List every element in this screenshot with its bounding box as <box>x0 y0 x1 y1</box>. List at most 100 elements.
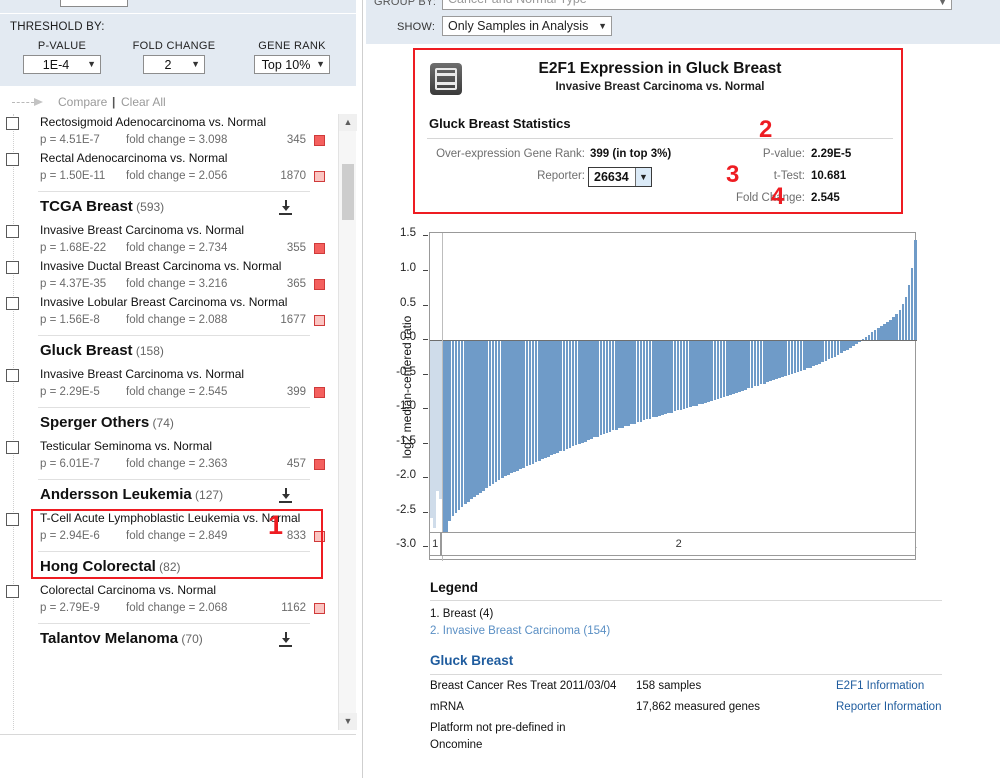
signature-row[interactable]: Invasive Breast Carcinoma vs. Normal p = … <box>0 366 338 402</box>
list-scrollbar[interactable]: ▲ ▼ <box>338 114 357 730</box>
signature-checkbox[interactable] <box>6 297 19 310</box>
show-value: Only Samples in Analysis <box>448 19 589 33</box>
scroll-down-button[interactable]: ▼ <box>339 713 357 730</box>
signature-checkbox[interactable] <box>6 441 19 454</box>
annotation-marker-3: 3 <box>726 161 740 188</box>
cut-off-dropdown[interactable] <box>60 0 128 7</box>
chevron-down-icon: ▼ <box>938 0 947 7</box>
signature-row[interactable]: Rectal Adenocarcinoma vs. Normal p = 1.50… <box>0 150 338 186</box>
group-by-select[interactable]: Cancer and Normal Type ▼ <box>442 0 952 10</box>
signature-title: Rectal Adenocarcinoma vs. Normal <box>40 151 228 165</box>
gene-information-link[interactable]: E2F1 Information <box>836 680 924 692</box>
signature-checkbox[interactable] <box>6 153 19 166</box>
compare-button[interactable]: Compare <box>58 95 107 109</box>
scroll-up-button[interactable]: ▲ <box>339 114 357 131</box>
annotation-marker-1: 1 <box>268 510 284 540</box>
reporter-information-link[interactable]: Reporter Information <box>836 701 941 713</box>
legend-item-1[interactable]: 1. Breast (4) <box>430 608 493 620</box>
y-axis-tick-mark <box>423 339 428 341</box>
gene-rank-caption: GENE RANK <box>258 40 326 52</box>
signature-row[interactable]: Colorectal Carcinoma vs. Normal p = 2.79E… <box>0 582 338 618</box>
left-panel-bottom-edge <box>0 734 356 735</box>
clear-all-button[interactable]: Clear All <box>121 95 166 109</box>
legend-header: Legend <box>430 580 479 595</box>
stats-section-header: Gluck Breast Statistics <box>429 116 571 131</box>
t-test-stat: 10.681 <box>811 170 847 182</box>
group-by-label: GROUP BY: <box>374 0 437 8</box>
metadata-citation: Breast Cancer Res Treat 2011/03/04 <box>430 680 617 692</box>
dataset-group-header[interactable]: Andersson Leukemia (127) <box>0 480 338 510</box>
download-icon[interactable] <box>279 200 292 215</box>
signature-p-value: p = 1.68E-22 <box>40 242 107 254</box>
signature-row[interactable]: Invasive Breast Carcinoma vs. Normal p = … <box>0 222 338 258</box>
chevron-down-icon: ▼ <box>191 59 200 69</box>
oncomine-analysis-screen: THRESHOLD BY: P-VALUE 1E-4 ▼ FOLD CHANGE… <box>0 0 1000 778</box>
reporter-select[interactable]: 26634 ▼ <box>588 167 652 187</box>
y-axis-tick-label: -1.5 <box>396 434 416 447</box>
download-icon[interactable] <box>279 488 292 503</box>
dataset-group-header[interactable]: TCGA Breast (593) <box>0 192 338 222</box>
signature-fold-change: fold change = 3.098 <box>126 134 228 146</box>
fold-change-caption: FOLD CHANGE <box>132 40 216 52</box>
signature-title: Invasive Breast Carcinoma vs. Normal <box>40 223 245 237</box>
y-axis-tick-label: 0.5 <box>400 296 416 309</box>
signature-p-value: p = 2.79E-9 <box>40 602 100 614</box>
signature-checkbox[interactable] <box>6 369 19 382</box>
y-axis-tick-mark <box>423 511 428 513</box>
stats-divider <box>427 138 893 139</box>
signature-checkbox[interactable] <box>6 585 19 598</box>
dataset-group-name: Gluck Breast (158) <box>40 342 164 359</box>
signature-rank: 1677 <box>280 314 306 326</box>
rank-color-swatch <box>314 279 325 290</box>
signature-stats: p = 1.56E-8 fold change = 2.088 1677 <box>40 310 338 330</box>
download-icon[interactable] <box>279 632 292 647</box>
signature-fold-change: fold change = 3.216 <box>126 278 228 290</box>
y-axis-tick-mark <box>423 304 428 306</box>
dataset-group-header[interactable]: Hong Colorectal (82) <box>0 552 338 582</box>
y-axis-tick-label: 0.0 <box>400 331 416 344</box>
dataset-group-name: Andersson Leukemia (127) <box>40 486 224 503</box>
signature-title: T-Cell Acute Lymphoblastic Leukemia vs. … <box>40 511 301 525</box>
signature-rank: 1870 <box>280 170 306 182</box>
signature-row[interactable]: T-Cell Acute Lymphoblastic Leukemia vs. … <box>0 510 338 546</box>
fold-change-stat: 2.545 <box>811 192 840 204</box>
stats-subtitle: Invasive Breast Carcinoma vs. Normal <box>555 81 765 93</box>
gene-rank-select[interactable]: Top 10% ▼ <box>254 55 330 74</box>
y-axis-tick-label: 1.5 <box>400 227 416 240</box>
x-axis-group-band[interactable]: 1 <box>429 532 442 556</box>
dataset-name-header[interactable]: Gluck Breast <box>430 653 513 668</box>
dataset-group-count: (158) <box>132 344 164 358</box>
fold-change-value: 2 <box>164 57 172 72</box>
signature-row[interactable]: Invasive Lobular Breast Carcinoma vs. No… <box>0 294 338 330</box>
chevron-down-icon[interactable]: ▼ <box>635 168 651 186</box>
dataset-group-header[interactable]: Sperger Others (74) <box>0 408 338 438</box>
metadata-platform-line1: Platform not pre-defined in <box>430 722 566 734</box>
fold-change-select[interactable]: 2 ▼ <box>143 55 205 74</box>
x-axis-group-band[interactable]: 2 <box>441 532 916 556</box>
p-value-select[interactable]: 1E-4 ▼ <box>23 55 101 74</box>
y-axis-tick-label: -2.0 <box>396 469 416 482</box>
signature-row[interactable]: Invasive Ductal Breast Carcinoma vs. Nor… <box>0 258 338 294</box>
signature-p-value: p = 1.56E-8 <box>40 314 100 326</box>
signature-title: Invasive Breast Carcinoma vs. Normal <box>40 367 245 381</box>
signature-checkbox[interactable] <box>6 513 19 526</box>
signature-checkbox[interactable] <box>6 225 19 238</box>
metadata-sample-count: 158 samples <box>636 680 702 692</box>
dataset-group-header[interactable]: Gluck Breast (158) <box>0 336 338 366</box>
y-axis-tick-mark <box>423 477 428 479</box>
signature-checkbox[interactable] <box>6 261 19 274</box>
gene-rank-label: Over-expression Gene Rank: <box>436 148 585 160</box>
signature-row[interactable]: Testicular Seminoma vs. Normal p = 6.01E-… <box>0 438 338 474</box>
metadata-datatype: mRNA <box>430 701 464 713</box>
dataset-group-header[interactable]: Talantov Melanoma (70) <box>0 624 338 654</box>
legend-item-2[interactable]: 2. Invasive Breast Carcinoma (154) <box>430 625 610 637</box>
y-axis-tick-label: -0.5 <box>396 365 416 378</box>
signature-row[interactable]: Rectosigmoid Adenocarcinoma vs. Normal p … <box>0 114 338 150</box>
scrollbar-thumb[interactable] <box>342 164 354 220</box>
right-panel-toolbar: GROUP BY: Cancer and Normal Type ▼ SHOW:… <box>366 0 1000 44</box>
p-value-caption: P-VALUE <box>37 40 87 52</box>
show-select[interactable]: Only Samples in Analysis ▼ <box>442 16 612 36</box>
reporter-label: Reporter: <box>537 170 585 182</box>
rank-color-swatch <box>314 243 325 254</box>
signature-checkbox[interactable] <box>6 117 19 130</box>
